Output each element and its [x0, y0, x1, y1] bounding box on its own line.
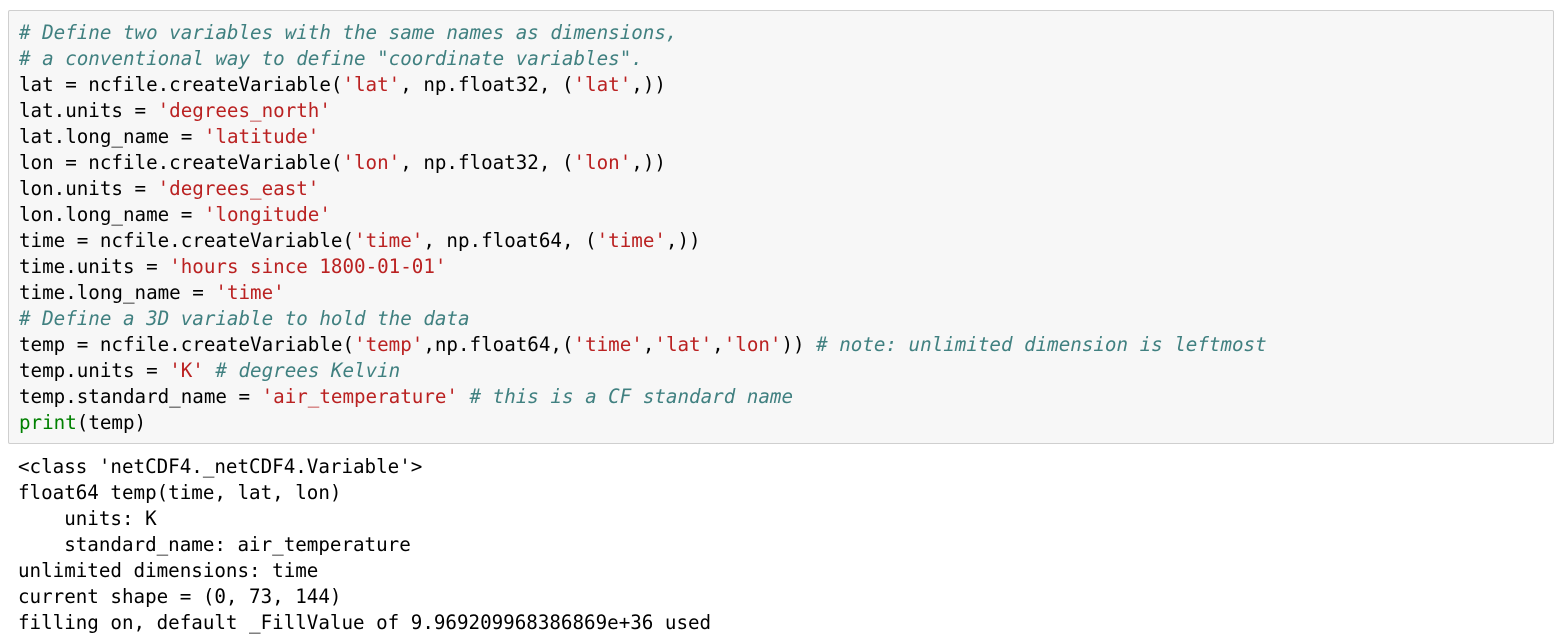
- code-text: lat.units =: [19, 99, 158, 122]
- code-editor[interactable]: # Define two variables with the same nam…: [19, 20, 1267, 436]
- code-string: 'time': [215, 281, 285, 304]
- code-text: temp.units =: [19, 359, 170, 382]
- code-line: time.units = 'hours since 1800-01-01': [19, 254, 1267, 280]
- code-string: 'lat': [654, 333, 713, 356]
- code-text: lon = ncfile.createVariable(: [19, 151, 343, 174]
- code-string: 'lon': [573, 151, 632, 174]
- code-comment: # a conventional way to define "coordina…: [19, 47, 643, 70]
- code-string: 'lon': [342, 151, 401, 174]
- code-input-cell[interactable]: # Define two variables with the same nam…: [8, 10, 1554, 444]
- output-line: units: K: [18, 507, 157, 530]
- code-string: 'air_temperature': [261, 385, 458, 408]
- code-line: # Define two variables with the same nam…: [19, 20, 1267, 46]
- code-line: lat.units = 'degrees_north': [19, 98, 1267, 124]
- code-text: lat = ncfile.createVariable(: [19, 73, 343, 96]
- code-string: 'latitude': [203, 125, 320, 148]
- code-line: temp.units = 'K' # degrees Kelvin: [19, 358, 1267, 384]
- code-string: 'degrees_north': [157, 99, 331, 122]
- code-output-cell: <class 'netCDF4._netCDF4.Variable'>float…: [18, 454, 711, 636]
- output-line: float64 temp(time, lat, lon): [18, 481, 342, 504]
- code-text: temp = ncfile.createVariable(: [19, 333, 355, 356]
- code-line: # Define a 3D variable to hold the data: [19, 306, 1267, 332]
- code-line: print(temp): [19, 410, 1267, 436]
- code-string: 'temp': [354, 333, 424, 356]
- code-line: time.long_name = 'time': [19, 280, 1267, 306]
- code-text: ,)): [631, 73, 666, 96]
- code-text: lon.units =: [19, 177, 158, 200]
- code-string: 'longitude': [203, 203, 331, 226]
- output-line: filling on, default _FillValue of 9.9692…: [18, 611, 712, 634]
- code-string: 'time': [596, 229, 666, 252]
- code-string: 'lon': [723, 333, 782, 356]
- code-comment: # Define a 3D variable to hold the data: [19, 307, 470, 330]
- code-text: lat.long_name =: [19, 125, 204, 148]
- code-text: , np.float64, (: [423, 229, 597, 252]
- code-text: time.long_name =: [19, 281, 216, 304]
- code-line: # a conventional way to define "coordina…: [19, 46, 1267, 72]
- code-line: lat = ncfile.createVariable('lat', np.fl…: [19, 72, 1267, 98]
- code-text: time.units =: [19, 255, 170, 278]
- code-text: ,: [712, 333, 724, 356]
- output-line: unlimited dimensions: time: [18, 559, 319, 582]
- code-string: 'hours since 1800-01-01': [169, 255, 447, 278]
- code-string: 'lat': [573, 73, 632, 96]
- code-comment: # note: unlimited dimension is leftmost: [816, 333, 1267, 356]
- output-line: current shape = (0, 73, 144): [18, 585, 342, 608]
- code-comment: # degrees Kelvin: [215, 359, 401, 382]
- output-line: standard_name: air_temperature: [18, 533, 411, 556]
- output-line: <class 'netCDF4._netCDF4.Variable'>: [18, 455, 423, 478]
- code-line: time = ncfile.createVariable('time', np.…: [19, 228, 1267, 254]
- code-text: time = ncfile.createVariable(: [19, 229, 355, 252]
- code-text: , np.float32, (: [400, 73, 574, 96]
- code-text: (temp): [76, 411, 147, 434]
- code-text: ,)): [665, 229, 701, 252]
- code-builtin: print: [19, 411, 77, 434]
- code-line: temp = ncfile.createVariable('temp',np.f…: [19, 332, 1267, 358]
- code-string: 'degrees_east': [157, 177, 320, 200]
- code-text: , np.float32, (: [400, 151, 574, 174]
- code-comment: # this is a CF standard name: [469, 385, 793, 408]
- code-text: ,np.float64,(: [423, 333, 574, 356]
- code-text: temp.standard_name =: [19, 385, 262, 408]
- code-string: 'time': [354, 229, 424, 252]
- code-line: temp.standard_name = 'air_temperature' #…: [19, 384, 1267, 410]
- code-text: lon.long_name =: [19, 203, 204, 226]
- code-string: 'K': [169, 359, 204, 382]
- code-line: lon = ncfile.createVariable('lon', np.fl…: [19, 150, 1267, 176]
- code-string: 'lat': [342, 73, 401, 96]
- code-line: lat.long_name = 'latitude': [19, 124, 1267, 150]
- code-comment: # Define two variables with the same nam…: [19, 21, 678, 44]
- code-line: lon.units = 'degrees_east': [19, 176, 1267, 202]
- code-text: )): [781, 333, 817, 356]
- code-text: ,)): [631, 151, 666, 174]
- code-string: 'time': [573, 333, 643, 356]
- code-text: ,: [642, 333, 655, 356]
- code-line: lon.long_name = 'longitude': [19, 202, 1267, 228]
